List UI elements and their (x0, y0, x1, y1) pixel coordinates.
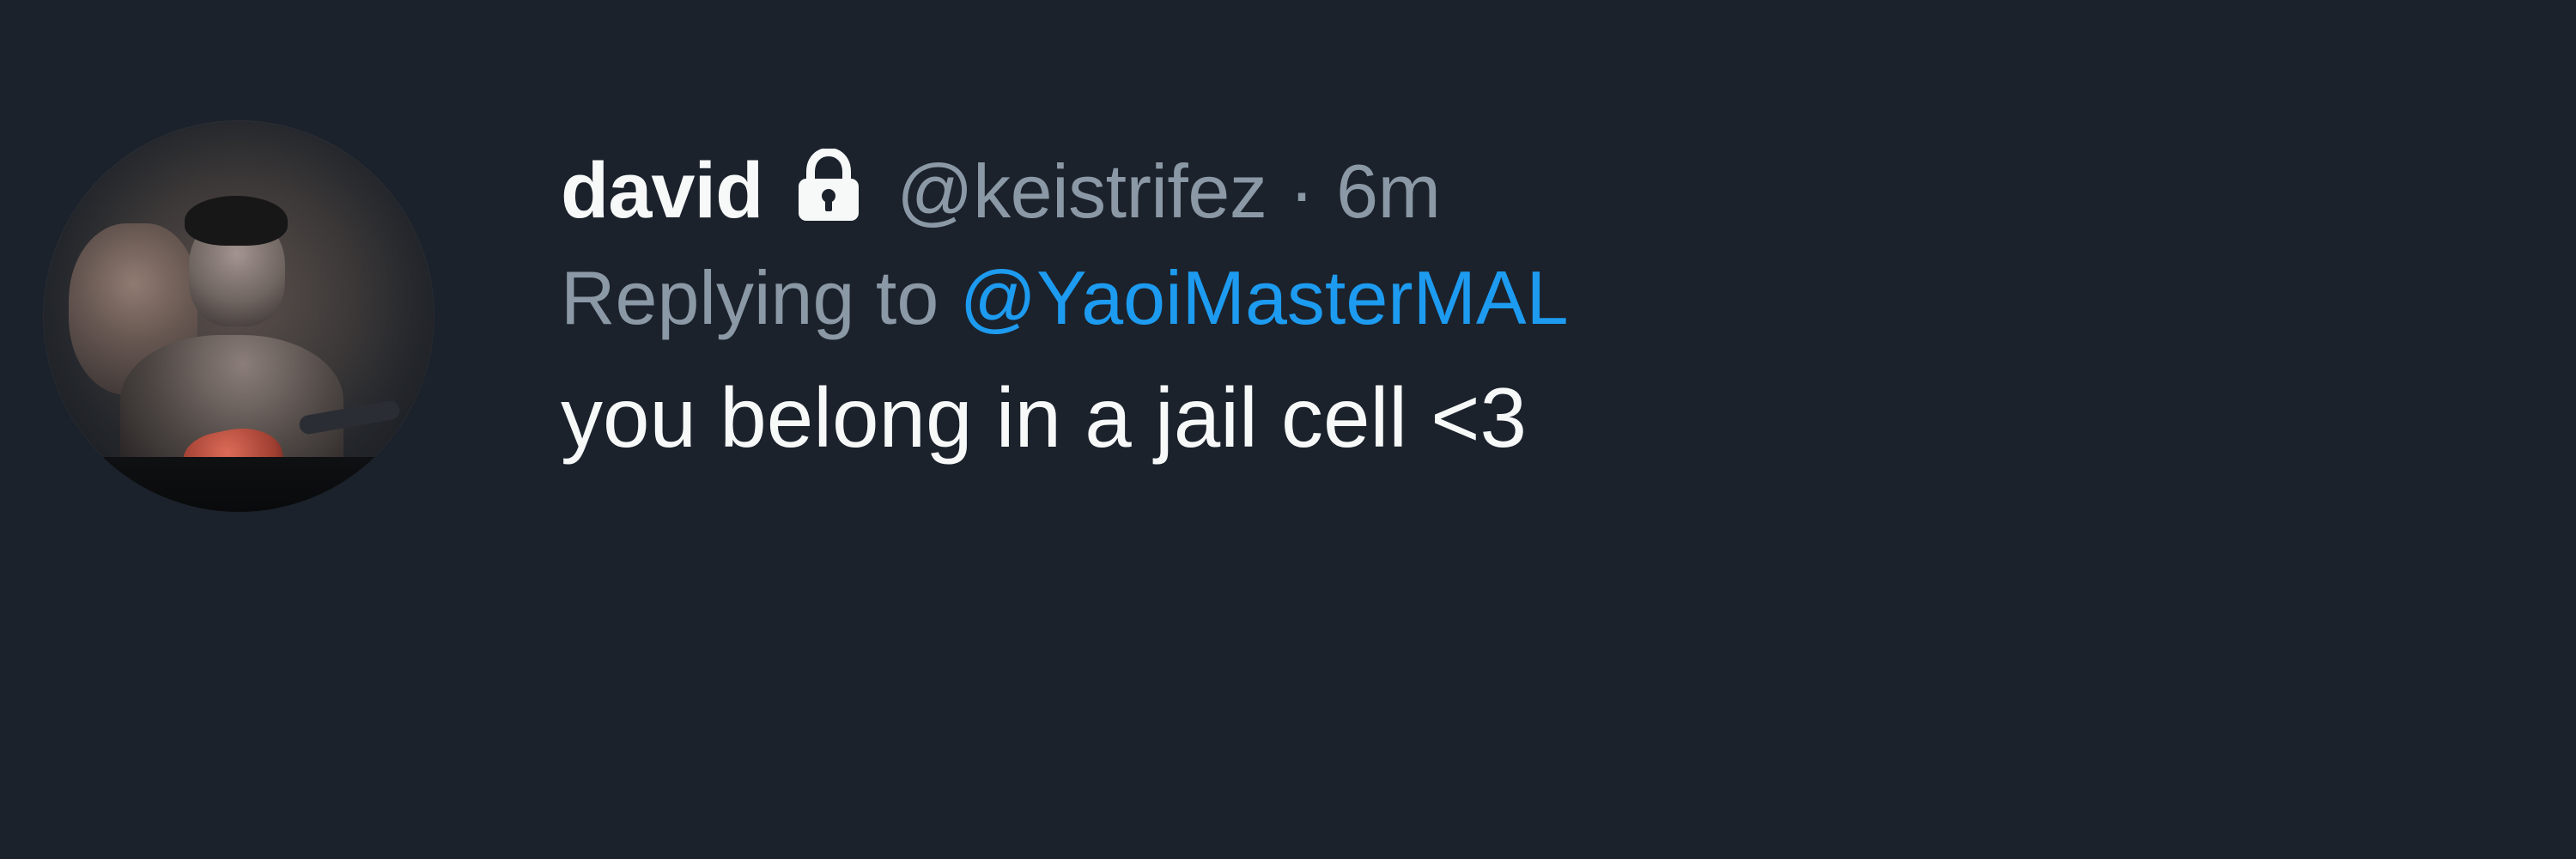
reply-context: Replying to @YaoiMasterMAL (561, 260, 2527, 336)
avatar-desk (75, 457, 434, 512)
tweet-content: david @keistrifez · 6m Replying to @Yaoi… (561, 142, 2527, 460)
lock-icon (793, 147, 864, 224)
tweet-timestamp[interactable]: 6m (1336, 148, 1441, 235)
avatar-person-hair (185, 196, 288, 246)
display-name[interactable]: david (561, 146, 763, 236)
meta-separator: · (1289, 149, 1315, 234)
tweet-header: david @keistrifez · 6m (561, 142, 2527, 236)
tweet-card[interactable]: david @keistrifez · 6m Replying to @Yaoi… (0, 0, 2576, 859)
avatar[interactable] (43, 120, 434, 512)
reply-prefix: Replying to (561, 255, 939, 340)
tweet-text: you belong in a jail cell <3 (561, 370, 1528, 465)
username-handle[interactable]: @keistrifez (896, 148, 1267, 235)
reply-target-link[interactable]: @YaoiMasterMAL (960, 255, 1569, 340)
